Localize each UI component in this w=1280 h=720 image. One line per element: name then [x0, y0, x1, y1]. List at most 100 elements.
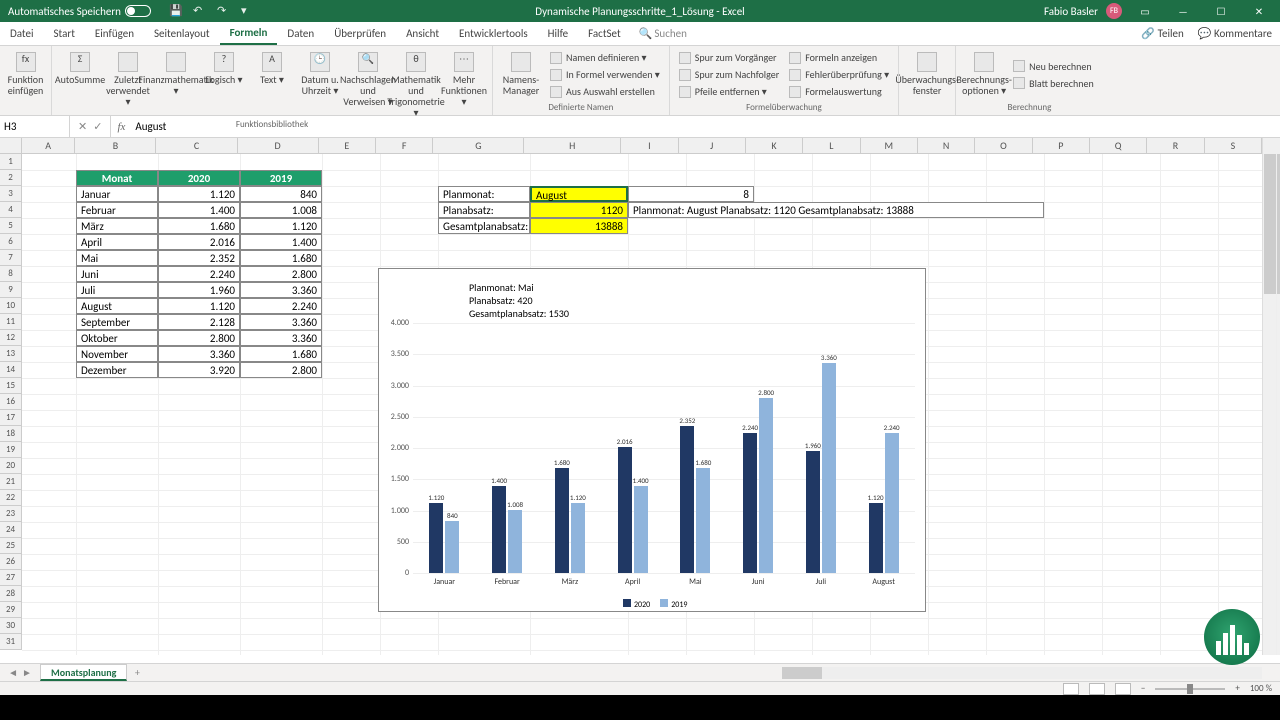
add-sheet-button[interactable]: + — [127, 666, 147, 679]
row-header[interactable]: 30 — [0, 618, 21, 634]
row-header[interactable]: 6 — [0, 234, 21, 250]
table-cell[interactable]: 1.120 — [158, 186, 240, 202]
table-cell[interactable]: 1.680 — [158, 218, 240, 234]
search-box[interactable]: Suchen — [654, 27, 687, 40]
table-cell[interactable]: 3.360 — [240, 330, 322, 346]
tab-seitenlayout[interactable]: Seitenlayout — [144, 22, 220, 45]
table-cell[interactable]: September — [76, 314, 158, 330]
col-header[interactable]: L — [803, 138, 860, 153]
table-cell[interactable]: 2.800 — [158, 330, 240, 346]
table-cell[interactable]: August — [76, 298, 158, 314]
remove-arrows-button[interactable]: Pfeile entfernen ▾ — [676, 84, 782, 99]
table-cell[interactable]: 2.128 — [158, 314, 240, 330]
tab-formeln[interactable]: Formeln — [220, 22, 278, 45]
row-header[interactable]: 26 — [0, 554, 21, 570]
datetime-button[interactable]: 🕒Datum u. Uhrzeit ▾ — [298, 48, 342, 118]
row-header[interactable]: 18 — [0, 426, 21, 442]
table-cell[interactable]: 1.120 — [158, 298, 240, 314]
table-cell[interactable]: Juli — [76, 282, 158, 298]
define-name-button[interactable]: Namen definieren ▾ — [547, 50, 663, 65]
lookup-button[interactable]: 🔍Nachschlagen und Verweisen ▾ — [346, 48, 390, 118]
table-cell[interactable]: 1.680 — [240, 346, 322, 362]
minimize-icon[interactable]: — — [1168, 0, 1198, 22]
redo-icon[interactable]: ↷ — [217, 4, 231, 18]
name-box[interactable]: H3 — [0, 116, 70, 137]
row-header[interactable]: 13 — [0, 346, 21, 362]
col-header[interactable]: Q — [1090, 138, 1147, 153]
side-label[interactable]: Planabsatz: — [438, 202, 530, 218]
table-cell[interactable]: 2.800 — [240, 362, 322, 378]
zoom-level[interactable]: 100 % — [1250, 683, 1272, 694]
row-header[interactable]: 17 — [0, 410, 21, 426]
col-header[interactable]: D — [238, 138, 319, 153]
table-cell[interactable]: 2.240 — [158, 266, 240, 282]
table-cell[interactable]: 840 — [240, 186, 322, 202]
qat-more-icon[interactable]: ▾ — [241, 4, 255, 18]
table-cell[interactable]: 3.360 — [240, 314, 322, 330]
table-header[interactable]: Monat — [76, 170, 158, 186]
side-label[interactable]: Planmonat: — [438, 186, 530, 202]
sheet-prev-icon[interactable]: ◄ — [8, 666, 18, 679]
row-header[interactable]: 23 — [0, 506, 21, 522]
col-header[interactable]: R — [1147, 138, 1204, 153]
row-header[interactable]: 21 — [0, 474, 21, 490]
col-header[interactable]: J — [679, 138, 746, 153]
table-cell[interactable]: 2.800 — [240, 266, 322, 282]
math-button[interactable]: θMathematik und Trigonometrie ▾ — [394, 48, 438, 118]
sheet-tab-monatsplanung[interactable]: Monatsplanung — [40, 664, 127, 681]
table-cell[interactable]: 3.360 — [240, 282, 322, 298]
tab-überprüfen[interactable]: Überprüfen — [324, 22, 396, 45]
col-header[interactable]: E — [319, 138, 376, 153]
cancel-icon[interactable]: ✕ — [78, 120, 87, 133]
row-header[interactable]: 31 — [0, 634, 21, 650]
tab-factset[interactable]: FactSet — [578, 22, 631, 45]
row-header[interactable]: 27 — [0, 570, 21, 586]
row-header[interactable]: 9 — [0, 282, 21, 298]
col-header[interactable]: I — [621, 138, 678, 153]
table-cell[interactable]: 1.120 — [240, 218, 322, 234]
error-check-button[interactable]: Fehlerüberprüfung ▾ — [786, 67, 892, 82]
row-header[interactable]: 14 — [0, 362, 21, 378]
table-header[interactable]: 2019 — [240, 170, 322, 186]
row-header[interactable]: 5 — [0, 218, 21, 234]
row-header[interactable]: 15 — [0, 378, 21, 394]
table-cell[interactable]: 1.400 — [158, 202, 240, 218]
watch-window-button[interactable]: Überwachungs-fenster — [905, 48, 949, 112]
table-header[interactable]: 2020 — [158, 170, 240, 186]
cell-j3[interactable]: 8 — [628, 186, 754, 202]
comments-button[interactable]: 💬 Kommentare — [1198, 27, 1272, 40]
tab-start[interactable]: Start — [44, 22, 85, 45]
zoom-out-icon[interactable]: − — [1141, 683, 1145, 694]
table-cell[interactable]: Mai — [76, 250, 158, 266]
insert-function-button[interactable]: fxFunktion einfügen — [6, 48, 45, 112]
create-from-sel-button[interactable]: Aus Auswahl erstellen — [547, 84, 663, 99]
col-header[interactable]: S — [1205, 138, 1262, 153]
table-cell[interactable]: 3.920 — [158, 362, 240, 378]
table-cell[interactable]: 1.008 — [240, 202, 322, 218]
calc-sheet-button[interactable]: Blatt berechnen — [1010, 76, 1097, 91]
table-cell[interactable]: 2.352 — [158, 250, 240, 266]
col-header[interactable]: G — [433, 138, 524, 153]
table-cell[interactable]: Juni — [76, 266, 158, 282]
eval-formula-button[interactable]: Formelauswertung — [786, 84, 892, 99]
toggle-icon[interactable] — [125, 5, 151, 17]
autosave-toggle[interactable]: Automatisches Speichern — [0, 0, 159, 22]
col-header[interactable]: M — [861, 138, 918, 153]
row-header[interactable]: 28 — [0, 586, 21, 602]
show-formulas-button[interactable]: Formeln anzeigen — [786, 50, 892, 65]
accept-icon[interactable]: ✓ — [93, 120, 102, 133]
share-button[interactable]: 🔗 Teilen — [1141, 27, 1183, 40]
side-label[interactable]: Gesamtplanabsatz: — [438, 218, 530, 234]
table-cell[interactable]: Oktober — [76, 330, 158, 346]
table-cell[interactable]: 1.680 — [240, 250, 322, 266]
row-header[interactable]: 12 — [0, 330, 21, 346]
horizontal-scrollbar[interactable] — [782, 667, 1262, 679]
table-cell[interactable]: April — [76, 234, 158, 250]
row-header[interactable]: 24 — [0, 522, 21, 538]
maximize-icon[interactable]: ☐ — [1206, 0, 1236, 22]
spreadsheet-grid[interactable]: ABCDEFGHIJKLMNOPQRS 12345678910111213141… — [0, 138, 1280, 655]
table-cell[interactable]: 2.016 — [158, 234, 240, 250]
col-header[interactable]: N — [918, 138, 975, 153]
text-button[interactable]: AText ▾ — [250, 48, 294, 118]
calc-options-button[interactable]: Berechnungs-optionen ▾ — [962, 48, 1006, 101]
